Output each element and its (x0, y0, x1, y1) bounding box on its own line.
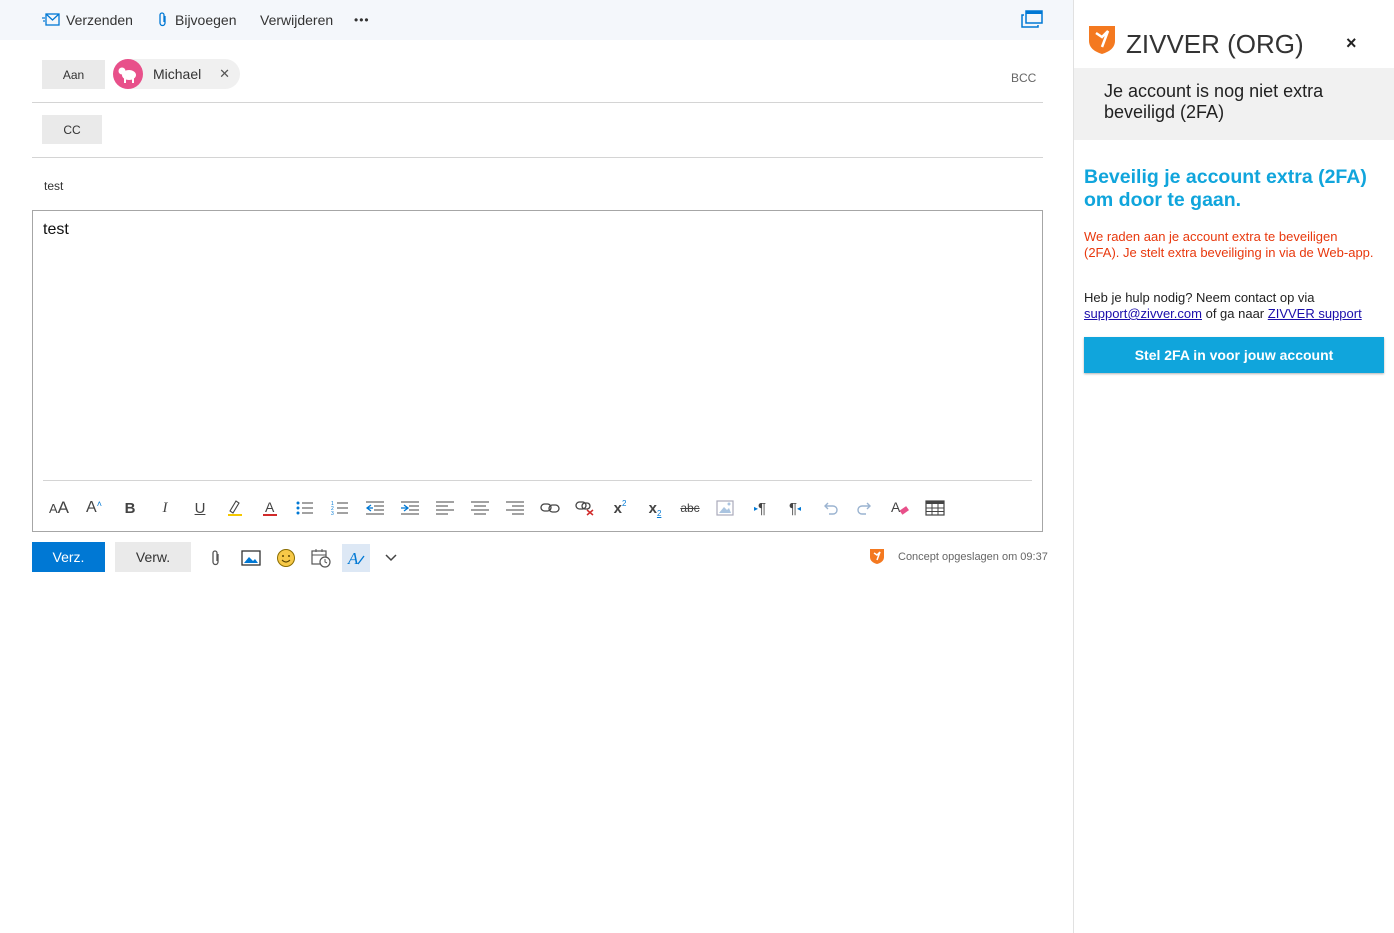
help-intro: Heb je hulp nodig? Neem contact op via (1084, 290, 1315, 305)
svg-text:A: A (347, 549, 359, 568)
align-center-icon[interactable] (467, 495, 493, 521)
zivver-logo-icon (1088, 25, 1116, 60)
numbering-icon[interactable]: 123 (327, 495, 353, 521)
avatar (113, 59, 143, 89)
message-body[interactable]: test (43, 221, 69, 239)
security-heading: Beveilig je account extra (2FA) om door … (1084, 166, 1367, 211)
cc-divider (32, 157, 1043, 158)
ltr-icon[interactable]: ▸ ¶ (747, 495, 773, 521)
svg-text:A: A (265, 499, 275, 515)
popout-button[interactable] (1021, 10, 1043, 33)
remove-link-icon[interactable] (572, 495, 598, 521)
italic-icon[interactable]: I (152, 495, 178, 521)
recipient-name: Michael (153, 66, 202, 82)
format-options-button[interactable]: A (342, 544, 370, 572)
to-button[interactable]: Aan (42, 60, 105, 89)
format-toolbar: AA A ˄ B I U A 123 x 2 x 2 abc ▸ ¶ ¶ ◂ A (33, 495, 1042, 521)
superscript-icon[interactable]: x2 (607, 495, 633, 521)
send-button-label: Verz. (52, 549, 85, 565)
emoji-button[interactable] (272, 544, 300, 572)
send-command-label: Verzenden (66, 12, 133, 28)
bcc-button[interactable]: BCC (1011, 71, 1036, 85)
to-divider (32, 102, 1043, 103)
emoji-icon (277, 549, 295, 567)
discard-button-label: Verw. (135, 549, 171, 565)
calendar-clock-icon (311, 549, 331, 568)
discard-command-label: Verwijderen (260, 12, 334, 28)
send-icon (42, 13, 60, 26)
increase-indent-icon[interactable] (397, 495, 423, 521)
redo-icon[interactable] (852, 495, 878, 521)
support-email-link[interactable]: support@zivver.com (1084, 306, 1202, 321)
format-pen-icon: A (347, 549, 365, 568)
command-bar: Verzenden Bijvoegen Verwijderen ••• (0, 0, 1073, 40)
remove-recipient-icon[interactable]: ✕ (219, 66, 230, 82)
discard-command[interactable]: Verwijderen (260, 0, 333, 40)
attach-command[interactable]: Bijvoegen (157, 0, 237, 40)
svg-text:A: A (891, 499, 901, 515)
underline-icon[interactable]: U (187, 495, 213, 521)
help-middle: of ga naar (1205, 306, 1265, 321)
account-notice: Je account is nog niet extra beveiligd (… (1074, 68, 1394, 140)
to-label: Aan (62, 67, 85, 82)
zivver-addin-pane: ZIVVER (ORG) × Je account is nog niet ex… (1074, 0, 1394, 933)
insert-table-icon[interactable] (922, 495, 948, 521)
setup-2fa-button[interactable]: Stel 2FA in voor jouw account (1084, 337, 1384, 373)
send-command[interactable]: Verzenden (42, 0, 133, 40)
send-button[interactable]: Verz. (32, 542, 105, 572)
more-actions-button[interactable] (377, 544, 405, 572)
picture-icon (241, 550, 261, 566)
format-bar-divider (43, 480, 1032, 481)
attach-button[interactable] (202, 544, 230, 572)
strikethrough-icon[interactable]: abc (677, 495, 703, 521)
more-options-button[interactable]: ••• (354, 0, 370, 40)
support-link[interactable]: ZIVVER support (1268, 306, 1362, 321)
align-left-icon[interactable] (432, 495, 458, 521)
paperclip-icon (212, 550, 219, 566)
subject-input[interactable]: test (44, 179, 63, 193)
draft-saved-status: Concept opgeslagen om 09:37 (898, 551, 1048, 563)
insert-picture-button[interactable] (237, 544, 265, 572)
message-editor: test AA A ˄ B I U A 123 x 2 x 2 abc ▸ ¶ … (32, 210, 1043, 532)
font-color-icon[interactable]: A (257, 495, 283, 521)
cc-label: CC (63, 122, 81, 137)
undo-icon[interactable] (817, 495, 843, 521)
compose-pane: Verzenden Bijvoegen Verwijderen ••• Aan (0, 0, 1073, 933)
subscript-icon[interactable]: x2 (642, 495, 668, 521)
cc-button[interactable]: CC (42, 115, 102, 144)
security-warning: We raden aan je account extra te beveili… (1084, 229, 1374, 260)
grow-font-icon[interactable]: A ˄ (81, 495, 107, 521)
paperclip-icon (159, 12, 166, 27)
insert-link-icon[interactable] (537, 495, 563, 521)
highlight-icon[interactable] (222, 495, 248, 521)
chevron-down-icon (385, 554, 397, 562)
popout-icon (1021, 10, 1043, 28)
rtl-icon[interactable]: ¶ ◂ (782, 495, 808, 521)
insert-image-icon[interactable] (712, 495, 738, 521)
close-icon[interactable]: × (1346, 33, 1357, 54)
bcc-label: BCC (1011, 71, 1037, 85)
decrease-indent-icon[interactable] (362, 495, 388, 521)
setup-2fa-label: Stel 2FA in voor jouw account (1134, 347, 1334, 363)
addin-header: ZIVVER (ORG) × (1074, 0, 1394, 68)
attach-command-label: Bijvoegen (175, 12, 237, 28)
bold-icon[interactable]: B (117, 495, 143, 521)
bullets-icon[interactable] (292, 495, 318, 521)
svg-text:3: 3 (331, 511, 334, 516)
schedule-button[interactable] (307, 544, 335, 572)
font-size-icon[interactable]: AA (46, 495, 72, 521)
discard-button[interactable]: Verw. (115, 542, 191, 572)
zivver-status-icon (869, 548, 885, 570)
more-icon: ••• (354, 13, 370, 27)
help-text: Heb je hulp nodig? Neem contact op via s… (1084, 290, 1384, 322)
clear-format-icon[interactable]: A (887, 495, 913, 521)
addin-title: ZIVVER (ORG) (1126, 29, 1304, 59)
recipient-chip[interactable]: Michael ✕ (113, 59, 240, 89)
align-right-icon[interactable] (502, 495, 528, 521)
